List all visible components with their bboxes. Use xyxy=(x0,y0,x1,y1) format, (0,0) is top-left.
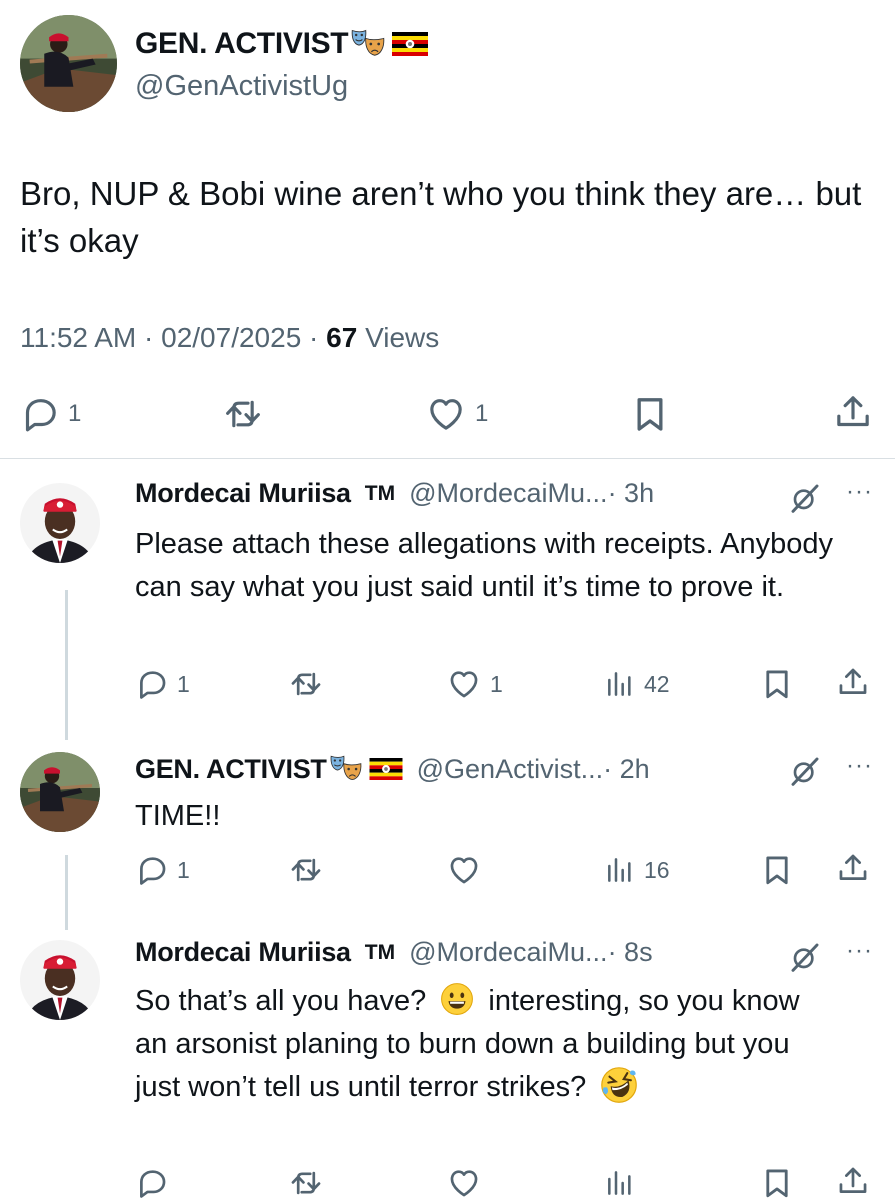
like-button[interactable]: 1 xyxy=(446,667,503,701)
author-name[interactable]: GEN. ACTIVIST xyxy=(135,26,428,62)
grok-icon[interactable] xyxy=(789,755,821,787)
reply-text: Please attach these allegations with rec… xyxy=(135,528,834,603)
reply-button[interactable]: 1 xyxy=(135,667,190,701)
uganda-flag-icon xyxy=(369,758,403,780)
reply-count: 1 xyxy=(177,670,190,697)
tweet-time[interactable]: 11:52 AM xyxy=(20,322,136,353)
divider xyxy=(0,458,895,459)
thread-line xyxy=(65,590,68,740)
reply-header: GEN. ACTIVIST @GenActivist... · 2h xyxy=(135,752,650,786)
reply-handle[interactable]: @MordecaiMu... xyxy=(409,478,607,509)
bookmark-button[interactable] xyxy=(760,853,794,887)
bookmark-button[interactable] xyxy=(760,1166,794,1200)
share-icon xyxy=(833,392,873,432)
reply-text: So that’s all you have? interesting, so … xyxy=(135,980,835,1109)
share-icon xyxy=(836,665,870,699)
more-options-button[interactable]: ··· xyxy=(846,937,873,965)
views-button[interactable]: 42 xyxy=(604,667,670,701)
tweet-date[interactable]: 02/07/2025 xyxy=(161,322,301,353)
reply-header: Mordecai Muriisa TM @MordecaiMu... · 8s xyxy=(135,937,653,968)
performing-arts-emoji-icon xyxy=(329,752,363,786)
more-options-button[interactable]: ··· xyxy=(846,752,873,780)
like-button[interactable] xyxy=(446,853,482,887)
reply-icon xyxy=(135,1166,169,1200)
rolling-on-floor-laughing-emoji-icon xyxy=(600,1066,638,1104)
reply-count: 1 xyxy=(177,856,190,883)
reply-time[interactable]: · 3h xyxy=(608,478,655,509)
view-count: 42 xyxy=(644,670,670,697)
share-icon xyxy=(836,851,870,885)
views-icon xyxy=(604,1166,636,1200)
reply-avatar[interactable] xyxy=(20,483,100,563)
share-icon xyxy=(836,1164,870,1198)
retweet-icon xyxy=(288,1166,324,1200)
reply-button[interactable]: 1 xyxy=(135,853,190,887)
retweet-button[interactable] xyxy=(222,394,264,434)
reply-time[interactable]: · 8s xyxy=(608,937,653,968)
reply-time[interactable]: · 2h xyxy=(603,754,650,785)
reply-avatar[interactable] xyxy=(20,752,100,832)
like-icon xyxy=(446,667,482,701)
bookmark-button[interactable] xyxy=(630,394,670,434)
tweet-text: Bro, NUP & Bobi wine aren’t who you thin… xyxy=(20,175,862,259)
trademark-label: TM xyxy=(364,940,396,964)
reply-author-name[interactable]: Mordecai Muriisa xyxy=(135,478,351,509)
share-button[interactable] xyxy=(836,665,870,699)
bookmark-icon xyxy=(760,1166,794,1200)
share-button[interactable] xyxy=(836,851,870,885)
views-count: 67 xyxy=(326,322,358,353)
reply-icon xyxy=(135,667,169,701)
more-options-button[interactable]: ··· xyxy=(846,478,873,506)
reply-avatar[interactable] xyxy=(20,940,100,1020)
reply-count: 1 xyxy=(68,400,82,427)
view-count: 16 xyxy=(644,856,670,883)
author-handle[interactable]: @GenActivistUg xyxy=(135,70,348,103)
grok-icon[interactable] xyxy=(789,941,821,973)
views-icon xyxy=(604,667,636,701)
share-button[interactable] xyxy=(836,1164,870,1198)
like-button[interactable] xyxy=(446,1166,482,1200)
reply-button[interactable]: 1 xyxy=(20,394,81,434)
share-button[interactable] xyxy=(833,392,873,432)
like-icon xyxy=(446,853,482,887)
thread-line xyxy=(65,855,68,930)
reply-header: Mordecai Muriisa TM @MordecaiMu... · 3h xyxy=(135,478,654,509)
bookmark-button[interactable] xyxy=(760,667,794,701)
views-button[interactable]: 16 xyxy=(604,853,670,887)
like-count: 1 xyxy=(475,400,489,427)
trademark-label: TM xyxy=(364,481,396,505)
like-icon xyxy=(446,1166,482,1200)
views-icon xyxy=(604,853,636,887)
reply-author-name[interactable]: GEN. ACTIVIST xyxy=(135,754,327,785)
bookmark-icon xyxy=(760,667,794,701)
reply-button[interactable] xyxy=(135,1166,169,1200)
bookmark-icon xyxy=(760,853,794,887)
grinning-face-emoji-icon xyxy=(440,982,474,1016)
retweet-icon xyxy=(288,667,324,701)
bookmark-icon xyxy=(630,394,670,434)
reply-handle[interactable]: @MordecaiMu... xyxy=(409,937,607,968)
reply-icon xyxy=(20,394,60,434)
like-count: 1 xyxy=(490,670,503,697)
reply-text: TIME!! xyxy=(135,800,221,832)
reply-handle[interactable]: @GenActivist... xyxy=(417,754,603,785)
retweet-icon xyxy=(222,394,264,434)
performing-arts-emoji-icon xyxy=(350,26,386,62)
uganda-flag-icon xyxy=(392,32,428,56)
views-label: Views xyxy=(365,322,440,353)
like-icon xyxy=(425,394,467,434)
retweet-button[interactable] xyxy=(288,1166,324,1200)
retweet-button[interactable] xyxy=(288,853,324,887)
retweet-button[interactable] xyxy=(288,667,324,701)
tweet-meta: 11:52 AM · 02/07/2025 · 67 Views xyxy=(20,322,440,353)
views-button[interactable] xyxy=(604,1166,636,1200)
grok-icon[interactable] xyxy=(789,482,821,514)
like-button[interactable]: 1 xyxy=(425,394,488,434)
reply-icon xyxy=(135,853,169,887)
reply-author-name[interactable]: Mordecai Muriisa xyxy=(135,937,351,968)
retweet-icon xyxy=(288,853,324,887)
author-avatar[interactable] xyxy=(20,15,117,112)
